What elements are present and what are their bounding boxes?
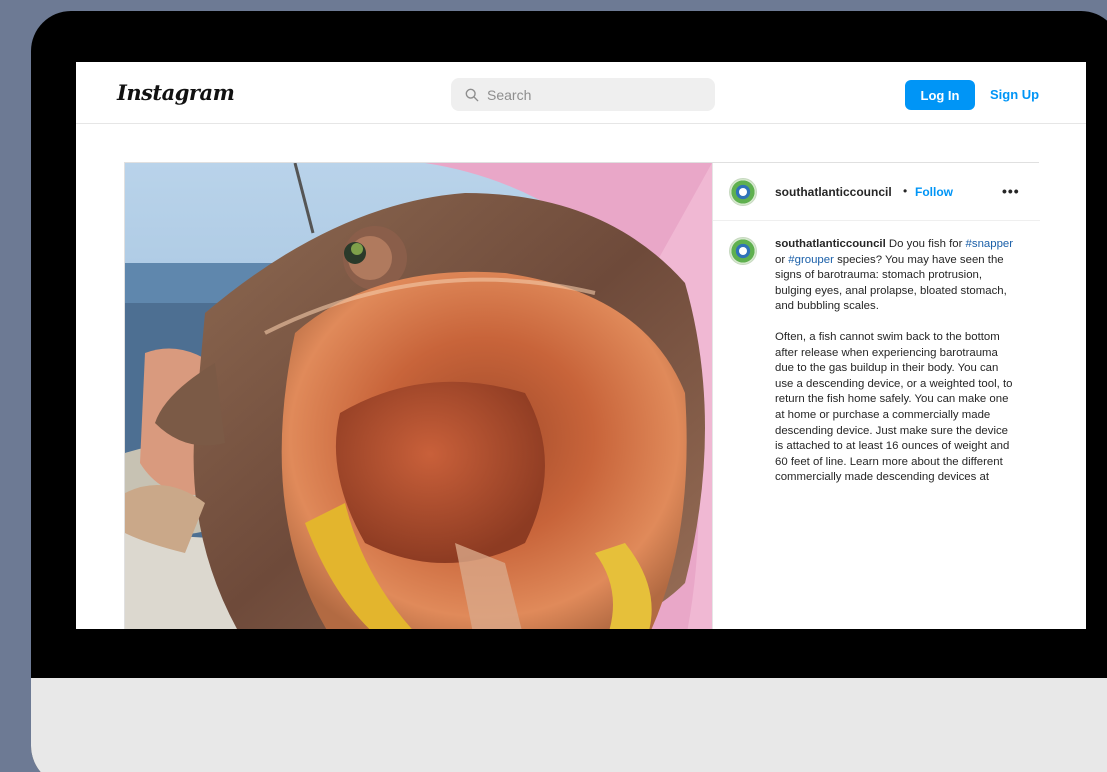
- separator-dot: •: [903, 184, 908, 198]
- caption-text: Do you fish for: [885, 238, 966, 250]
- follow-button[interactable]: Follow: [915, 185, 953, 199]
- monitor-chin: [31, 678, 1107, 772]
- caption-paragraph-2: Often, a fish cannot swim back to the bo…: [775, 330, 1013, 484]
- monitor-frame: Instagram Log In Sign Up: [31, 11, 1107, 772]
- signup-link[interactable]: Sign Up: [990, 87, 1039, 102]
- fish-photo-image: [125, 163, 712, 629]
- top-navigation: Instagram Log In Sign Up: [76, 62, 1086, 124]
- author-avatar[interactable]: [729, 178, 757, 206]
- post-caption: southatlanticcouncil Do you fish for #sn…: [775, 237, 1015, 486]
- avatar-dot: [739, 188, 747, 196]
- caption-area[interactable]: southatlanticcouncil Do you fish for #sn…: [713, 221, 1040, 629]
- caption-text: or: [775, 253, 789, 266]
- search-icon: [465, 88, 479, 101]
- post-sidebar: southatlanticcouncil • Follow ••• southa…: [712, 163, 1040, 629]
- caption-paragraph-1: southatlanticcouncil Do you fish for #sn…: [775, 237, 1015, 315]
- caption-username[interactable]: southatlanticcouncil: [775, 238, 886, 250]
- caption-avatar[interactable]: [729, 237, 757, 265]
- author-username[interactable]: southatlanticcouncil: [775, 185, 892, 199]
- avatar-dot: [739, 247, 747, 255]
- browser-viewport: Instagram Log In Sign Up: [76, 62, 1086, 629]
- post-header: southatlanticcouncil • Follow •••: [713, 163, 1040, 221]
- search-input[interactable]: [487, 86, 687, 103]
- login-button[interactable]: Log In: [905, 80, 975, 110]
- instagram-logo[interactable]: Instagram: [117, 80, 235, 105]
- hashtag-snapper[interactable]: #snapper: [966, 238, 1014, 250]
- post-card: southatlanticcouncil • Follow ••• southa…: [124, 162, 1040, 629]
- more-options-icon[interactable]: •••: [1002, 183, 1020, 199]
- hashtag-grouper[interactable]: #grouper: [788, 254, 834, 266]
- search-box[interactable]: [451, 78, 715, 111]
- post-photo[interactable]: [125, 163, 712, 629]
